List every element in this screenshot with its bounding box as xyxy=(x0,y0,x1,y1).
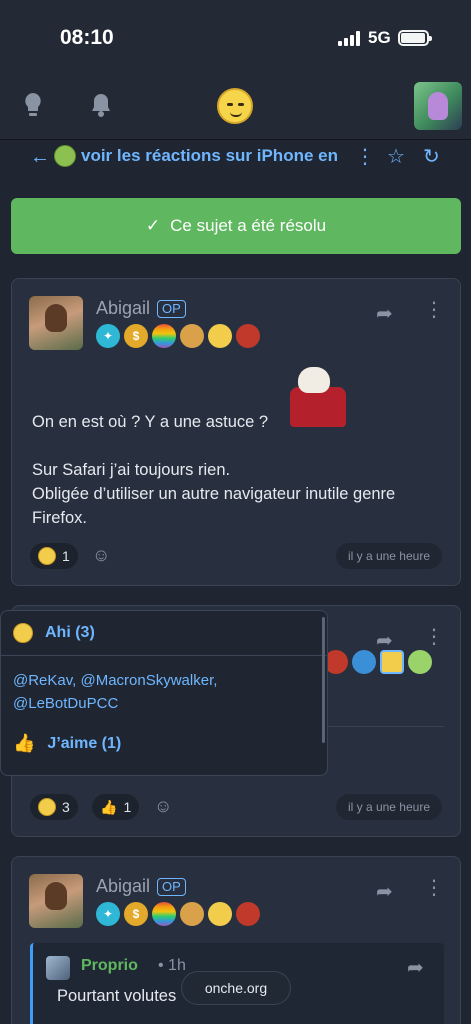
more-vertical-icon[interactable]: ⋮ xyxy=(424,300,444,320)
author-avatar[interactable] xyxy=(29,296,83,350)
smiley-badge-icon xyxy=(208,324,232,348)
topic-title[interactable]: voir les réactions sur iPhone en xyxy=(81,146,337,166)
character-badge-icon xyxy=(180,324,204,348)
post-line: On en est où ? Y a une astuce ? xyxy=(32,413,269,431)
site-logo[interactable] xyxy=(217,88,253,124)
character-badge-icon xyxy=(408,650,432,674)
chef-badge-icon xyxy=(236,324,260,348)
dollar-badge-icon: $ xyxy=(124,902,148,926)
thinking-emoji-icon xyxy=(38,547,56,565)
smiley-badge-icon xyxy=(208,902,232,926)
stars-badge-icon: ✦ xyxy=(96,902,120,926)
topic-bar: ← voir les réactions sur iPhone en ⋮ ☆ ↻ xyxy=(0,140,471,180)
battery-icon xyxy=(398,30,432,46)
reaction-title: Ahi (3) xyxy=(45,624,95,641)
ahi-emoji-icon xyxy=(38,798,56,816)
network-type: 5G xyxy=(368,28,391,47)
badge-row xyxy=(324,650,432,674)
mask-badge-icon xyxy=(352,650,376,674)
quote-time: • 1h xyxy=(158,957,186,974)
reaction-thinking[interactable]: 1 xyxy=(30,543,78,569)
reacted-users[interactable]: @ReKav, @MacronSkywalker, @LeBotDuPCC xyxy=(13,669,283,715)
refresh-icon[interactable]: ↻ xyxy=(423,144,440,169)
quote-author[interactable]: Proprio xyxy=(81,957,138,975)
check-icon: ✓ xyxy=(145,216,161,235)
popover-reaction-like[interactable]: 👍 J’aime (1) xyxy=(13,733,121,754)
ahi-emoji-icon xyxy=(13,623,33,643)
bell-icon[interactable] xyxy=(90,92,112,123)
chef-badge-icon xyxy=(236,902,260,926)
badge-row: ✦ $ xyxy=(96,902,260,926)
post-time[interactable]: il y a une heure xyxy=(335,543,442,569)
smiley-badge-icon xyxy=(380,650,404,674)
resolved-label: Ce sujet a été résolu xyxy=(170,216,327,235)
divider xyxy=(324,726,444,727)
add-reaction-icon[interactable]: ☺ xyxy=(154,796,172,817)
thumbs-up-icon: 👍 xyxy=(13,733,36,753)
user-avatar[interactable] xyxy=(414,82,462,130)
bulb-icon[interactable] xyxy=(22,92,44,123)
scrollbar[interactable] xyxy=(322,617,325,743)
post-time[interactable]: il y a une heure xyxy=(335,794,442,820)
quote-text: Pourtant volutes xyxy=(57,987,177,1005)
address-bar-domain[interactable]: onche.org xyxy=(181,971,291,1005)
post-line: Sur Safari j’ai toujours rien. xyxy=(32,461,231,479)
quote-author-avatar[interactable] xyxy=(46,956,70,980)
badge-row: ✦ $ xyxy=(96,324,260,348)
reaction-count: 1 xyxy=(62,548,70,564)
thumbs-up-icon: 👍 xyxy=(100,798,118,815)
author-name[interactable]: Abigail xyxy=(96,298,150,319)
star-icon[interactable]: ☆ xyxy=(387,144,405,169)
sick-emoji-icon xyxy=(54,145,76,167)
post-body: On en est où ? Y a une astuce ? Sur Safa… xyxy=(32,410,395,530)
reaction-like[interactable]: 👍 1 xyxy=(92,794,140,820)
op-badge: OP xyxy=(157,300,186,318)
back-arrow-icon[interactable]: ← xyxy=(30,146,50,169)
status-bar: 08:10 5G xyxy=(0,0,471,78)
post-card: Abigail OP ✦ $ ➦ ⋮ On en est où ? Y a un… xyxy=(11,278,461,586)
divider xyxy=(1,655,327,656)
reaction-title: J’aime (1) xyxy=(47,734,122,752)
post-line: Firefox. xyxy=(32,509,88,527)
more-vertical-icon[interactable]: ⋮ xyxy=(424,878,444,898)
share-icon[interactable]: ➦ xyxy=(407,955,424,980)
author-avatar[interactable] xyxy=(29,874,83,928)
dollar-badge-icon: $ xyxy=(124,324,148,348)
more-vertical-icon[interactable]: ⋮ xyxy=(424,627,444,647)
rainbow-badge-icon xyxy=(152,902,176,926)
post-line xyxy=(32,434,395,458)
add-reaction-icon[interactable]: ☺ xyxy=(92,545,110,566)
reaction-count: 1 xyxy=(123,799,132,815)
more-vertical-icon[interactable]: ⋮ xyxy=(355,144,375,169)
character-badge-icon xyxy=(180,902,204,926)
resolved-banner: ✓ Ce sujet a été résolu xyxy=(11,198,461,254)
author-name[interactable]: Abigail xyxy=(96,876,150,897)
post-line: Obligée d’utiliser un autre navigateur i… xyxy=(32,485,396,503)
top-navigation xyxy=(0,78,471,140)
share-icon[interactable]: ➦ xyxy=(376,301,393,326)
share-icon[interactable]: ➦ xyxy=(376,879,393,904)
rainbow-badge-icon xyxy=(152,324,176,348)
clock: 08:10 xyxy=(60,26,114,49)
signal-icon xyxy=(338,30,360,46)
op-badge: OP xyxy=(157,878,186,896)
reaction-count: 3 xyxy=(62,799,70,815)
reactions-popover: Ahi (3) @ReKav, @MacronSkywalker, @LeBot… xyxy=(0,610,328,776)
popover-reaction-ahi[interactable]: Ahi (3) xyxy=(13,623,95,643)
stars-badge-icon: ✦ xyxy=(96,324,120,348)
reaction-ahi[interactable]: 3 xyxy=(30,794,78,820)
